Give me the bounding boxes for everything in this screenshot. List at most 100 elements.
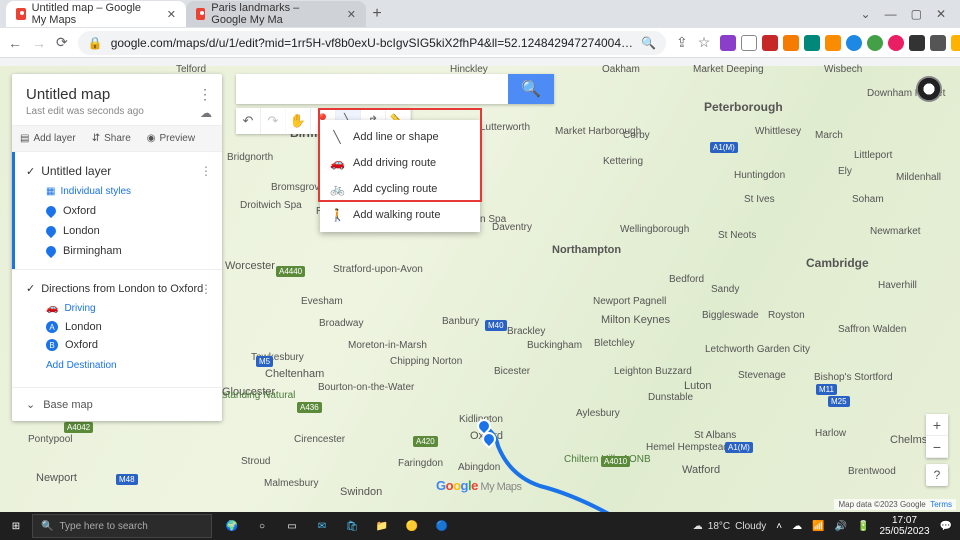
road-shield: A4042 — [64, 422, 93, 433]
place-oxford[interactable]: Oxford — [12, 201, 222, 221]
ext-icon-1[interactable] — [720, 35, 736, 51]
search-icon: 🔍 — [41, 521, 53, 532]
map-search-box[interactable]: 🔍 — [236, 74, 554, 104]
city-label: Bromsgrove — [271, 182, 325, 193]
close-icon[interactable]: ✕ — [347, 8, 356, 21]
search-icon[interactable]: 🔍 — [641, 36, 656, 50]
start-button[interactable]: ⊞ — [0, 512, 32, 540]
dd-add-line[interactable]: ╲Add line or shape — [320, 124, 480, 150]
cloud-save-icon: ☁ — [200, 106, 212, 120]
pin-icon — [44, 244, 58, 258]
redo-button[interactable]: ↷ — [261, 108, 286, 134]
maximize-button[interactable]: ▢ — [911, 7, 922, 21]
share-icon[interactable]: ⇪ — [676, 35, 688, 51]
layer-2-header[interactable]: ✓Directions from London to Oxford⋮ — [12, 278, 222, 299]
driving-mode-row[interactable]: 🚗Driving — [12, 299, 222, 318]
ext-icon-11[interactable] — [951, 35, 960, 51]
tb-store[interactable]: 🛍 — [338, 512, 366, 540]
add-destination-button[interactable]: Add Destination — [12, 354, 222, 379]
tb-chrome[interactable]: 🟡 — [398, 512, 426, 540]
help-button[interactable]: ? — [926, 464, 948, 486]
ext-icon-4[interactable] — [783, 35, 799, 51]
search-icon: 🔍 — [521, 79, 541, 99]
new-tab-button[interactable]: + — [366, 3, 388, 25]
chevron-down-icon[interactable]: ⌄ — [861, 7, 871, 21]
search-button[interactable]: 🔍 — [508, 74, 554, 104]
ext-icon-5[interactable] — [804, 35, 820, 51]
add-layer-button[interactable]: ▤Add layer — [12, 126, 84, 151]
ext-icon-7[interactable] — [846, 35, 862, 51]
city-label: Droitwich Spa — [240, 200, 302, 211]
ext-icon-3[interactable] — [762, 35, 778, 51]
city-label: Sandy — [711, 284, 739, 295]
terms-link[interactable]: Terms — [930, 500, 952, 509]
weather-widget[interactable]: ☁18°CCloudy — [693, 521, 766, 532]
taskbar-search[interactable]: 🔍Type here to search — [32, 514, 212, 538]
hand-tool[interactable]: ✋ — [286, 108, 311, 134]
clock-time[interactable]: 17:07 — [879, 515, 929, 526]
panel-menu-icon[interactable]: ⋮ — [198, 86, 212, 103]
preview-button[interactable]: ◉Preview — [139, 126, 203, 151]
layer-options-icon[interactable]: ⋮ — [200, 164, 212, 178]
share-button[interactable]: ⇵Share — [84, 126, 139, 151]
ext-icon-8[interactable] — [867, 35, 883, 51]
stop-b[interactable]: BOxford — [12, 336, 222, 354]
zoom-in-button[interactable]: + — [926, 414, 948, 436]
tray-wifi-icon[interactable]: 📶 — [812, 521, 824, 532]
tb-taskview[interactable]: ▭ — [278, 512, 306, 540]
ext-icon-9[interactable] — [888, 35, 904, 51]
city-label: Worcester — [225, 260, 275, 272]
dd-add-driving[interactable]: 🚗Add driving route — [320, 150, 480, 176]
tb-app-1[interactable]: 🌍 — [218, 512, 246, 540]
tb-cortana[interactable]: ○ — [248, 512, 276, 540]
tab-2-title: Paris landmarks – Google My Ma — [211, 2, 337, 26]
city-label: Littleport — [854, 150, 892, 161]
dd-add-cycling[interactable]: 🚲Add cycling route — [320, 176, 480, 202]
address-bar: ← → ⟳ 🔒 google.com/maps/d/u/1/edit?mid=1… — [0, 28, 960, 58]
tb-mail[interactable]: ✉ — [308, 512, 336, 540]
puzzle-icon[interactable] — [909, 35, 925, 51]
search-input[interactable] — [236, 74, 508, 104]
user-avatar[interactable] — [916, 76, 942, 102]
zoom-out-button[interactable]: − — [926, 436, 948, 458]
reload-button[interactable]: ⟳ — [56, 35, 68, 51]
star-icon[interactable]: ☆ — [698, 35, 711, 51]
tray-chevron-icon[interactable]: ˄ — [776, 521, 782, 532]
minimize-button[interactable]: — — [885, 7, 897, 21]
layer-options-icon[interactable]: ⋮ — [200, 282, 212, 296]
close-button[interactable]: ✕ — [936, 7, 946, 21]
tray-onedrive-icon[interactable]: ☁ — [792, 521, 802, 532]
dd-add-walking[interactable]: 🚶Add walking route — [320, 202, 480, 228]
ext-icon-6[interactable] — [825, 35, 841, 51]
place-london[interactable]: London — [12, 221, 222, 241]
place-birmingham[interactable]: Birmingham — [12, 241, 222, 261]
city-label: Market Deeping — [693, 64, 764, 75]
tray-volume-icon[interactable]: 🔊 — [835, 521, 847, 532]
back-button[interactable]: ← — [8, 35, 22, 51]
map-title[interactable]: Untitled map — [26, 86, 208, 103]
close-icon[interactable]: ✕ — [167, 8, 176, 21]
forward-button[interactable]: → — [32, 35, 46, 51]
city-label: Northampton — [552, 244, 621, 256]
tray-battery-icon[interactable]: 🔋 — [857, 521, 869, 532]
tb-app-2[interactable]: 🔵 — [428, 512, 456, 540]
base-map-row[interactable]: ⌄Base map — [12, 388, 222, 421]
url-field[interactable]: 🔒 google.com/maps/d/u/1/edit?mid=1rr5H-v… — [78, 31, 666, 55]
city-label: Stroud — [241, 456, 270, 467]
layer-style-row[interactable]: ▦Individual styles — [12, 182, 222, 201]
city-label: Newport Pagnell — [593, 296, 666, 307]
city-label: Newport — [36, 472, 77, 484]
ext-icon-10[interactable] — [930, 35, 946, 51]
tab-2[interactable]: Paris landmarks – Google My Ma ✕ — [186, 1, 366, 27]
stop-a[interactable]: ALondon — [12, 318, 222, 336]
clock-date[interactable]: 25/05/2023 — [879, 526, 929, 537]
ext-icon-2[interactable] — [741, 35, 757, 51]
tb-explorer[interactable]: 📁 — [368, 512, 396, 540]
walk-icon: 🚶 — [330, 208, 344, 222]
notifications-icon[interactable]: 💬 — [940, 521, 952, 532]
city-label: Wisbech — [824, 64, 862, 75]
undo-button[interactable]: ↶ — [236, 108, 261, 134]
road-shield: M48 — [116, 474, 138, 485]
layer-1-header[interactable]: ✓Untitled layer⋮ — [12, 160, 222, 182]
tab-1[interactable]: Untitled map – Google My Maps✕ — [6, 1, 186, 27]
